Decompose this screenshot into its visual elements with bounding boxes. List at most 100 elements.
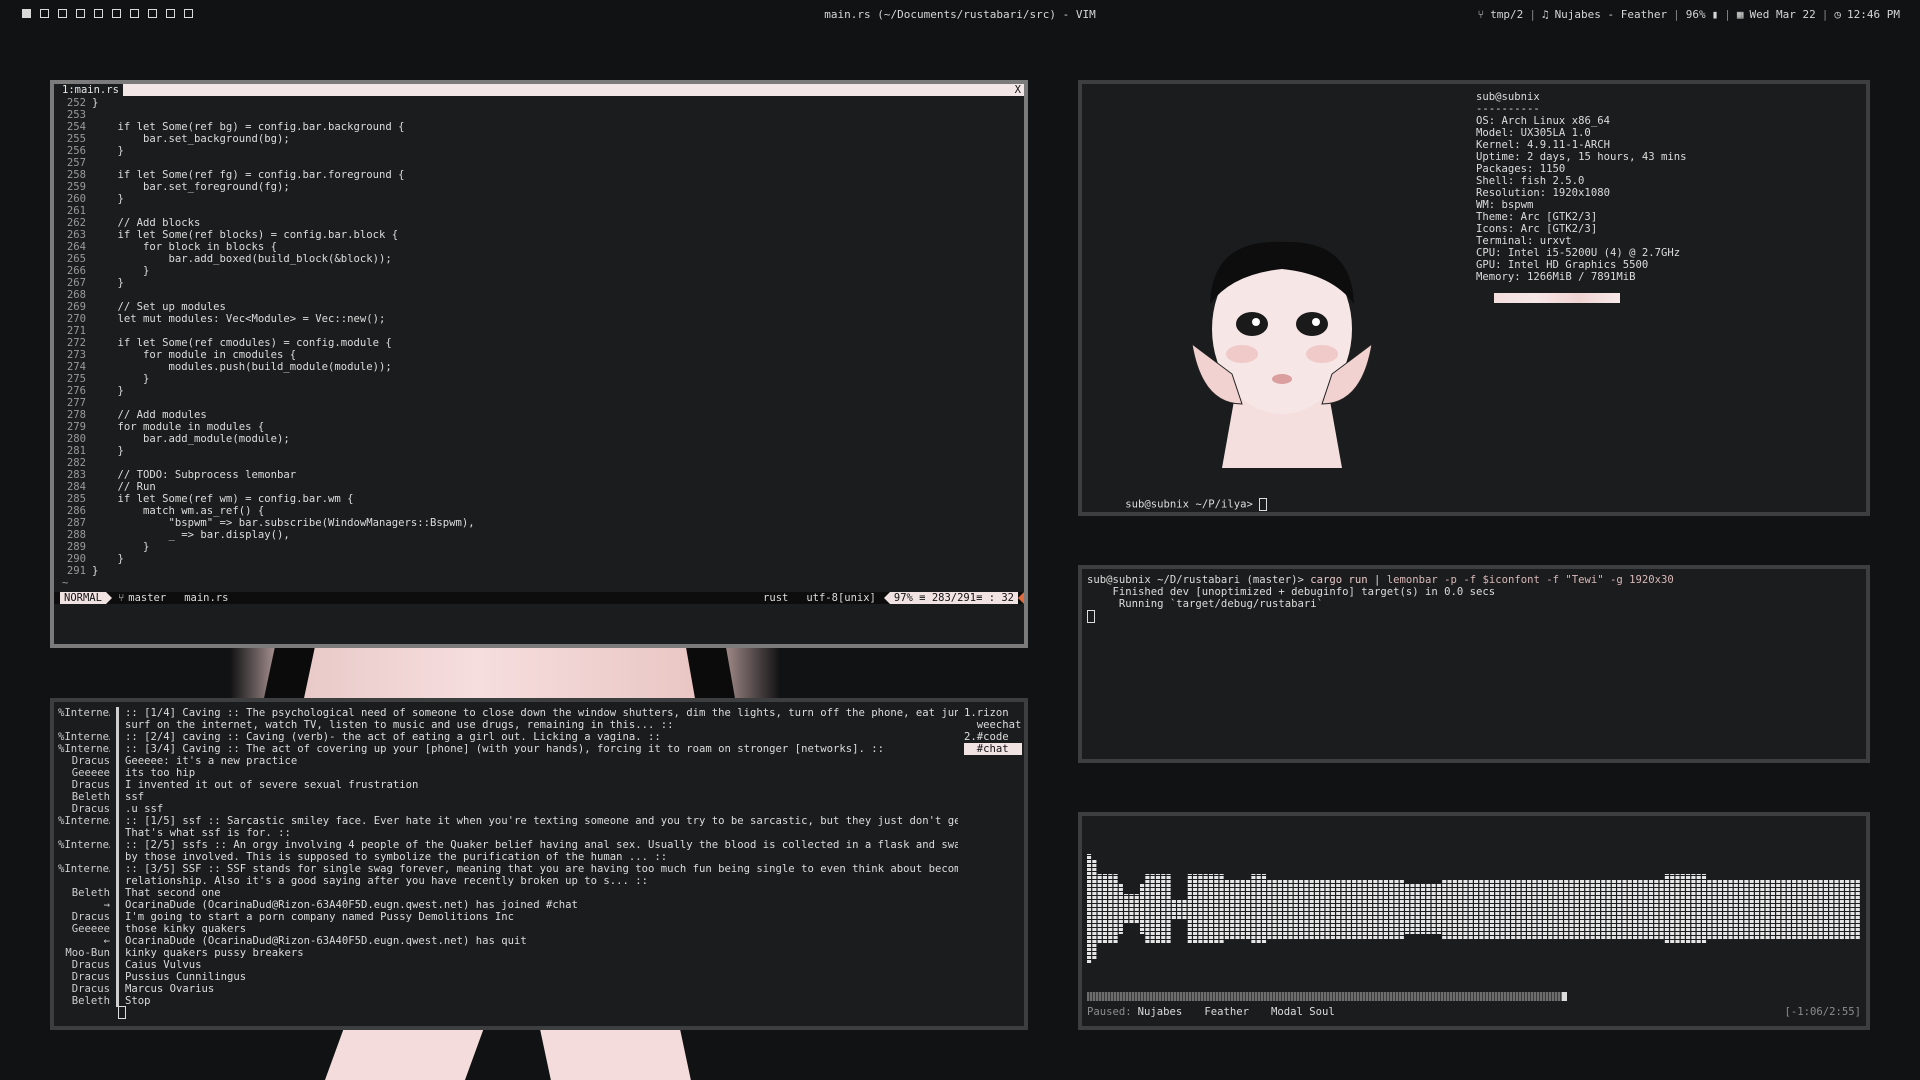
chat-nick[interactable]: %Interne…: [58, 839, 110, 851]
vim-editor[interactable]: 1:main.rs X 252} 253 254 if let Some(ref b…: [54, 84, 1024, 644]
scanline: [1087, 875, 1861, 876]
sysinfo-key: Uptime: [1476, 151, 1515, 163]
buffer-item[interactable]: weechat: [964, 719, 1022, 731]
chat-message: its too hip: [125, 767, 196, 779]
chat-input-line[interactable]: [118, 1006, 126, 1019]
chat-nick[interactable]: Beleth: [58, 995, 110, 1007]
sysinfo-key: Shell: [1476, 175, 1508, 187]
chat-nick[interactable]: [58, 719, 110, 731]
code-text: let mut modules: Vec<Module> = Vec::new(…: [92, 313, 386, 325]
vim-window[interactable]: 1:main.rs X 252} 253 254 if let Some(ref b…: [50, 80, 1028, 648]
buffer-item[interactable]: #chat: [964, 743, 1022, 755]
spectrum-bar: [1161, 874, 1166, 944]
scanline: [1087, 983, 1861, 984]
chat-nick[interactable]: Dracus: [58, 803, 110, 815]
line-number: 254: [66, 121, 86, 133]
chat-nick[interactable]: Dracus: [58, 959, 110, 971]
scanline: [1087, 843, 1861, 844]
chat-nick[interactable]: [58, 851, 110, 863]
code-text: modules.push(build_module(module));: [92, 361, 392, 373]
chat-nick[interactable]: Dracus: [58, 779, 110, 791]
cargo-command-line: sub@subnix ~/D/rustabari (master)> cargo…: [1087, 574, 1861, 586]
vim-code-area[interactable]: 252} 253 254 if let Some(ref bg) = config.…: [54, 96, 1024, 577]
code-text: if let Some(ref bg) = config.bar.backgro…: [92, 121, 405, 133]
line-number: 291: [66, 565, 86, 577]
code-text: }: [92, 553, 124, 565]
line-number: 284: [66, 481, 86, 493]
sysinfo-value: fish 2.5.0: [1520, 175, 1585, 187]
buffer-item[interactable]: 2.#code: [964, 731, 1022, 743]
code-text: if let Some(ref blocks) = config.bar.blo…: [92, 229, 399, 241]
neofetch-terminal[interactable]: sub@subnix ---------- OS: Arch Linux x86…: [1082, 84, 1866, 512]
spectrum-bar: [1102, 874, 1107, 944]
scanline: [1087, 883, 1861, 884]
close-tab-button[interactable]: X: [1015, 84, 1024, 96]
shell-prompt: sub@subnix ~/P/ilya>: [1125, 498, 1260, 511]
spectrum-bar: [1696, 874, 1701, 944]
neofetch-info: sub@subnix ---------- OS: Arch Linux x86…: [1476, 91, 1687, 303]
line-number: 286: [66, 505, 86, 517]
progress-bar[interactable]: [1087, 992, 1567, 1001]
progress-knob[interactable]: [1562, 992, 1567, 1001]
scanline: [1087, 947, 1861, 948]
chat-line: Dracus I invented it out of severe sexual…: [58, 779, 958, 791]
chat-nick[interactable]: [58, 827, 110, 839]
nick-separator: [110, 923, 119, 935]
line-number: 279: [66, 421, 86, 433]
chat-nick[interactable]: Beleth: [58, 791, 110, 803]
vim-position: 97% ≡ 283/291≡ : 32: [889, 592, 1018, 604]
code-text: bar.add_module(module);: [92, 433, 290, 445]
sysinfo-value: Intel i5-5200U (4) @ 2.7GHz: [1507, 247, 1681, 259]
vim-statusline: NORMAL ⑂ master main.rs rust utf-8[unix]…: [54, 592, 1024, 604]
neofetch-header: sub@subnix: [1476, 91, 1540, 103]
chat-nick[interactable]: [58, 875, 110, 887]
cargo-terminal-window[interactable]: sub@subnix ~/D/rustabari (master)> cargo…: [1078, 565, 1870, 763]
music-visualizer-window[interactable]: Paused: Nujabes Feather Modal Soul [-1:0…: [1078, 812, 1870, 1030]
tab-main-rs[interactable]: 1:main.rs: [54, 84, 123, 96]
chat-nick[interactable]: Beleth: [58, 887, 110, 899]
chat-nick[interactable]: Dracus: [58, 971, 110, 983]
line-number: 262: [66, 217, 86, 229]
scanline: [1087, 967, 1861, 968]
spectrum-bar: [1686, 874, 1691, 944]
cargo-terminal[interactable]: sub@subnix ~/D/rustabari (master)> cargo…: [1082, 569, 1866, 759]
code-line: 285 if let Some(ref wm) = config.bar.wm …: [54, 493, 1024, 505]
chat-nick[interactable]: Dracus: [58, 755, 110, 767]
buffer-list[interactable]: 1.rizon weechat 2.#code #chat: [964, 707, 1022, 755]
chat-nick[interactable]: %Interne…: [58, 731, 110, 743]
weechat-chat[interactable]: %Interne…:: [1/4] Caving :: The psycholo…: [54, 702, 1024, 1026]
sysinfo-key: Terminal: [1476, 235, 1528, 247]
chat-line: That's what ssf is for. ::: [58, 827, 958, 839]
chat-nick[interactable]: %Interne…: [58, 815, 110, 827]
weechat-window[interactable]: %Interne…:: [1/4] Caving :: The psycholo…: [50, 698, 1028, 1030]
colon: :: [1495, 247, 1508, 259]
chat-line: Geeeee its too hip: [58, 767, 958, 779]
now-playing: Nujabes - Feather: [1554, 8, 1668, 21]
neofetch-window[interactable]: sub@subnix ---------- OS: Arch Linux x86…: [1078, 80, 1870, 516]
chat-nick[interactable]: Dracus: [58, 911, 110, 923]
chat-line: Beleth ssf: [58, 791, 958, 803]
chat-nick[interactable]: %Interne…: [58, 707, 110, 719]
chat-nick[interactable]: →: [58, 899, 110, 911]
neofetch-prompt-line[interactable]: sub@subnix ~/P/ilya>: [1087, 486, 1268, 511]
wallpaper-neck-left: [324, 1025, 486, 1080]
buffer-item[interactable]: 1.rizon: [964, 707, 1022, 719]
chat-nick[interactable]: Moo-Bun: [58, 947, 110, 959]
sysinfo-value: 4.9.11-1-ARCH: [1527, 139, 1610, 151]
chat-message: :: [2/4] caving :: Caving (verb)- the ac…: [125, 731, 661, 743]
code-line: 262 // Add blocks: [54, 217, 1024, 229]
chat-nick[interactable]: Geeeee: [58, 923, 110, 935]
chat-nick[interactable]: %Interne…: [58, 743, 110, 755]
sysinfo-key: Kernel: [1476, 139, 1515, 151]
chat-line: Dracus Marcus Ovarius: [58, 983, 958, 995]
code-text: }: [92, 565, 99, 577]
chat-line: %Interne…:: [2/4] caving :: Caving (verb…: [58, 731, 958, 743]
chat-nick[interactable]: ←: [58, 935, 110, 947]
code-text: }: [92, 445, 124, 457]
chat-message: OcarinaDude (OcarinaDud@Rizon-63A40F5D.e…: [125, 935, 527, 947]
chat-nick[interactable]: Geeeee: [58, 767, 110, 779]
chat-nick[interactable]: Dracus: [58, 983, 110, 995]
code-text: // TODO: Subprocess lemonbar: [92, 469, 297, 481]
ncmpcpp-visualizer[interactable]: Paused: Nujabes Feather Modal Soul [-1:0…: [1082, 816, 1866, 1026]
chat-nick[interactable]: %Interne…: [58, 863, 110, 875]
